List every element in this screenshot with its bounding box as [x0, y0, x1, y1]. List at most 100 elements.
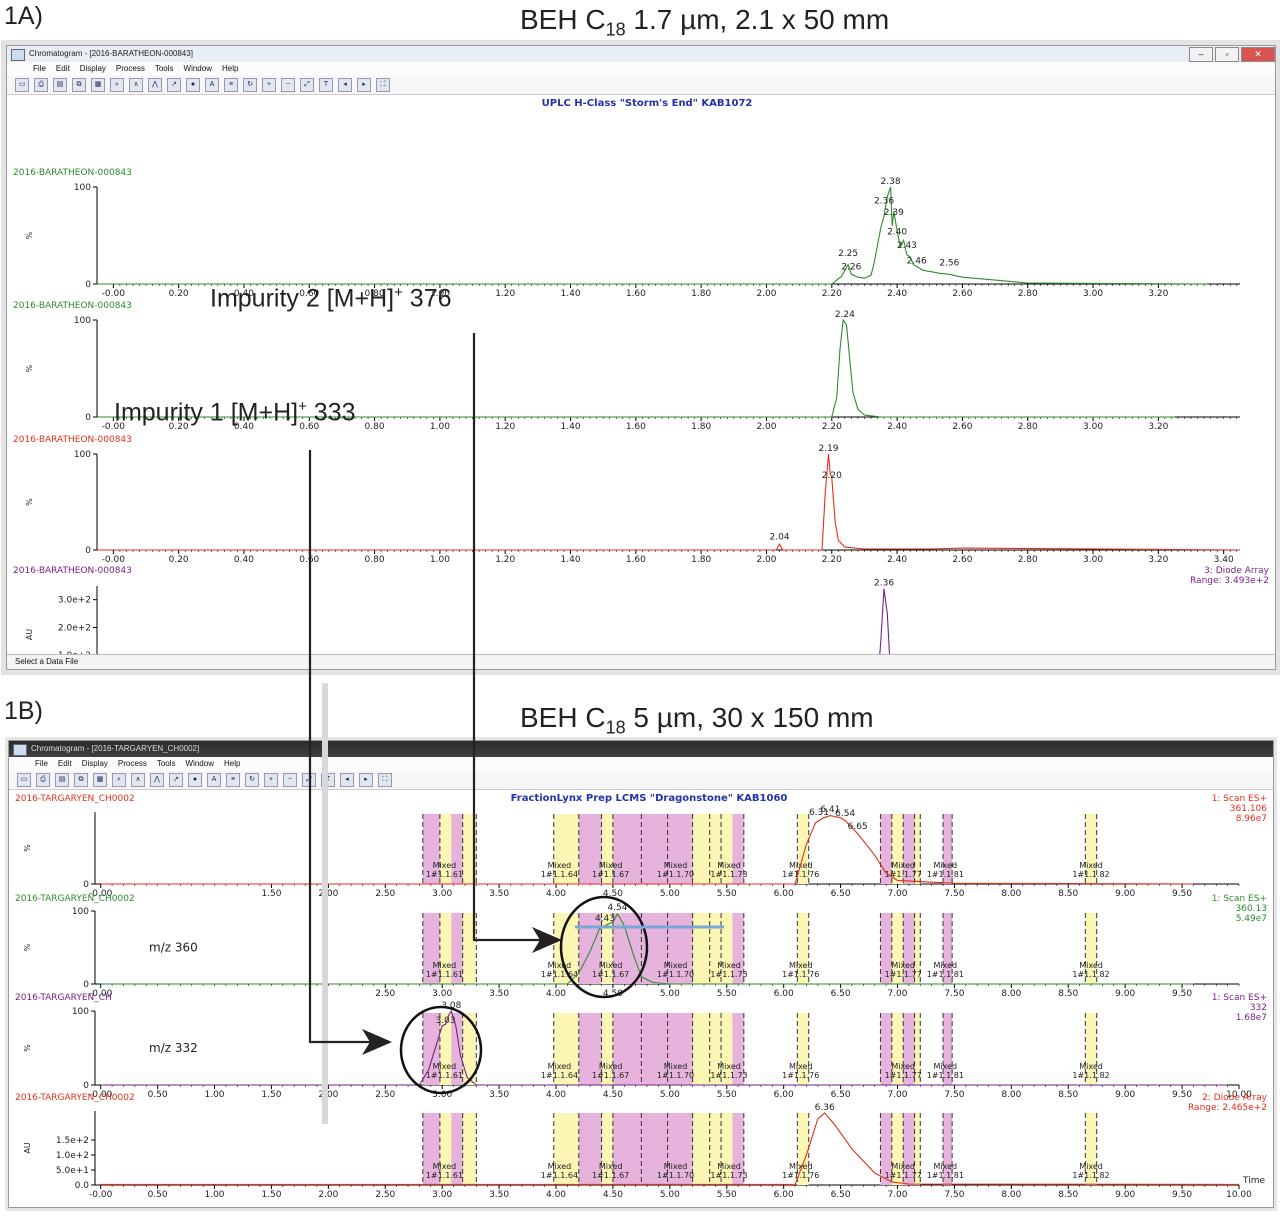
x-tick-label: 1.80 [691, 422, 711, 432]
preview-icon[interactable]: ▤ [55, 773, 69, 787]
copy-icon[interactable]: ⧉ [72, 78, 86, 92]
fraction-id: 1#1.1.73 [710, 1071, 747, 1080]
fraction-label: Mixed [717, 861, 741, 870]
zoom-out-icon[interactable]: − [281, 78, 295, 92]
fraction-id: 1#1.1.73 [710, 1171, 747, 1180]
maximize-button[interactable]: ▫ [1215, 47, 1239, 62]
x-tick-label: 1.50 [261, 1090, 281, 1100]
fraction-id: 1#1.1.73 [710, 870, 747, 879]
x-tick-label: 2.00 [318, 1090, 338, 1100]
zoom-in-icon[interactable]: + [262, 78, 276, 92]
open-icon[interactable]: ▭ [17, 773, 31, 787]
menu-display[interactable]: Display [80, 62, 106, 76]
window-title-b: Chromatogram - [2016-TARGARYEN_CH0002] [31, 744, 200, 753]
x-tick-label: -0.00 [102, 289, 126, 299]
x-tick-label: 7.50 [944, 1090, 964, 1100]
x-tick-label: 7.50 [944, 889, 964, 899]
spectrum-icon[interactable]: ⋀ [150, 773, 164, 787]
print-icon[interactable]: ⎙ [36, 773, 50, 787]
title-b-main: BEH C [520, 702, 606, 733]
fraction-id: 1#1.1.81 [927, 870, 964, 879]
expand-icon[interactable]: ⛶ [378, 773, 392, 787]
peak-label: 2.26 [841, 262, 861, 272]
menu-window[interactable]: Window [186, 757, 214, 771]
x-tick-label: 8.00 [1001, 889, 1021, 899]
preview-icon[interactable]: ▤ [53, 78, 67, 92]
x-tick-label: 2.80 [1018, 555, 1038, 565]
paste-icon[interactable]: ▦ [93, 773, 107, 787]
menu-help[interactable]: Help [222, 62, 238, 76]
right-icon[interactable]: ▸ [359, 773, 373, 787]
x-tick-label: 4.00 [546, 989, 566, 999]
print-icon[interactable]: ⎙ [34, 78, 48, 92]
fraction-label: Mixed [1079, 961, 1103, 970]
x-tick-label: 4.50 [603, 1090, 623, 1100]
refresh-icon[interactable]: ↻ [243, 78, 257, 92]
export-icon[interactable]: ↗ [169, 773, 183, 787]
x-unit-label: Time [1242, 1176, 1265, 1186]
right-icon[interactable]: ▸ [357, 78, 371, 92]
paste-icon[interactable]: ▦ [91, 78, 105, 92]
x-tick-label: 1.50 [261, 1190, 281, 1200]
zoom-fit-icon[interactable]: ⤢ [300, 78, 314, 92]
fraction-id: 1#1.1.64 [541, 1071, 578, 1080]
x-tick-label: 3.40 [1214, 555, 1234, 565]
circle-icon[interactable]: ● [188, 773, 202, 787]
fraction-id: 1#1.1.67 [592, 870, 629, 879]
menu-process[interactable]: Process [116, 62, 145, 76]
text-icon[interactable]: A [207, 773, 221, 787]
x-tick-label: 5.50 [717, 1190, 737, 1200]
zoom-in-icon[interactable]: + [264, 773, 278, 787]
peak-icon[interactable]: ∧ [129, 78, 143, 92]
chart-header: UPLC H-Class "Storm's End" KAB1072 [542, 98, 753, 109]
menu-file[interactable]: File [35, 757, 48, 771]
expand-icon[interactable]: ⛶ [376, 78, 390, 92]
x-tick-label: 4.50 [603, 889, 623, 899]
peak-icon[interactable]: ∧ [131, 773, 145, 787]
menu-tools[interactable]: Tools [155, 62, 174, 76]
x-tick-label: 6.50 [831, 1090, 851, 1100]
menu-process[interactable]: Process [118, 757, 147, 771]
trace-descriptor: 3: Diode Array [1204, 566, 1270, 576]
zoom-fit-icon[interactable]: ⤢ [302, 773, 316, 787]
trace-range: Range: 2.465e+2 [1188, 1103, 1267, 1113]
peak-label: 2.25 [838, 249, 858, 259]
x-tick-label: 2.00 [756, 289, 776, 299]
tic-icon[interactable]: T [319, 78, 333, 92]
left-icon[interactable]: ◂ [340, 773, 354, 787]
x-tick-label: 5.50 [717, 889, 737, 899]
minimize-button[interactable]: – [1189, 47, 1213, 62]
menu-edit[interactable]: Edit [56, 62, 70, 76]
refresh-icon[interactable]: ↻ [245, 773, 259, 787]
circle-icon[interactable]: ● [186, 78, 200, 92]
list-icon[interactable]: ≡ [224, 78, 238, 92]
x-tick-label: 2.20 [822, 555, 842, 565]
fraction-label: Mixed [891, 861, 915, 870]
x-tick-label: 0.20 [169, 289, 189, 299]
status-bar: Select a Data File [7, 654, 1275, 669]
fraction-id: 1#1.1.67 [592, 970, 629, 979]
x-tick-label: 7.50 [944, 1190, 964, 1200]
list-icon[interactable]: ≡ [226, 773, 240, 787]
menu-window[interactable]: Window [184, 62, 212, 76]
menu-edit[interactable]: Edit [58, 757, 72, 771]
text-icon[interactable]: A [205, 78, 219, 92]
menu-help[interactable]: Help [224, 757, 240, 771]
export-icon[interactable]: ↗ [167, 78, 181, 92]
spectrum-icon[interactable]: ⋀ [148, 78, 162, 92]
copy-icon[interactable]: ⧉ [74, 773, 88, 787]
left-icon[interactable]: ◂ [338, 78, 352, 92]
tic-icon[interactable]: T [321, 773, 335, 787]
menu-display[interactable]: Display [82, 757, 108, 771]
zoom-icon[interactable]: ⌕ [110, 78, 124, 92]
fraction-label: Mixed [664, 861, 688, 870]
trace-descriptor: 1: Scan ES+ [1212, 794, 1267, 804]
open-icon[interactable]: ▭ [15, 78, 29, 92]
imp2-mz: 376 [402, 284, 452, 313]
fraction-label: Mixed [1079, 1062, 1103, 1071]
close-button[interactable]: ✕ [1241, 47, 1275, 62]
menu-file[interactable]: File [33, 62, 46, 76]
zoom-out-icon[interactable]: − [283, 773, 297, 787]
menu-tools[interactable]: Tools [157, 757, 176, 771]
zoom-icon[interactable]: ⌕ [112, 773, 126, 787]
